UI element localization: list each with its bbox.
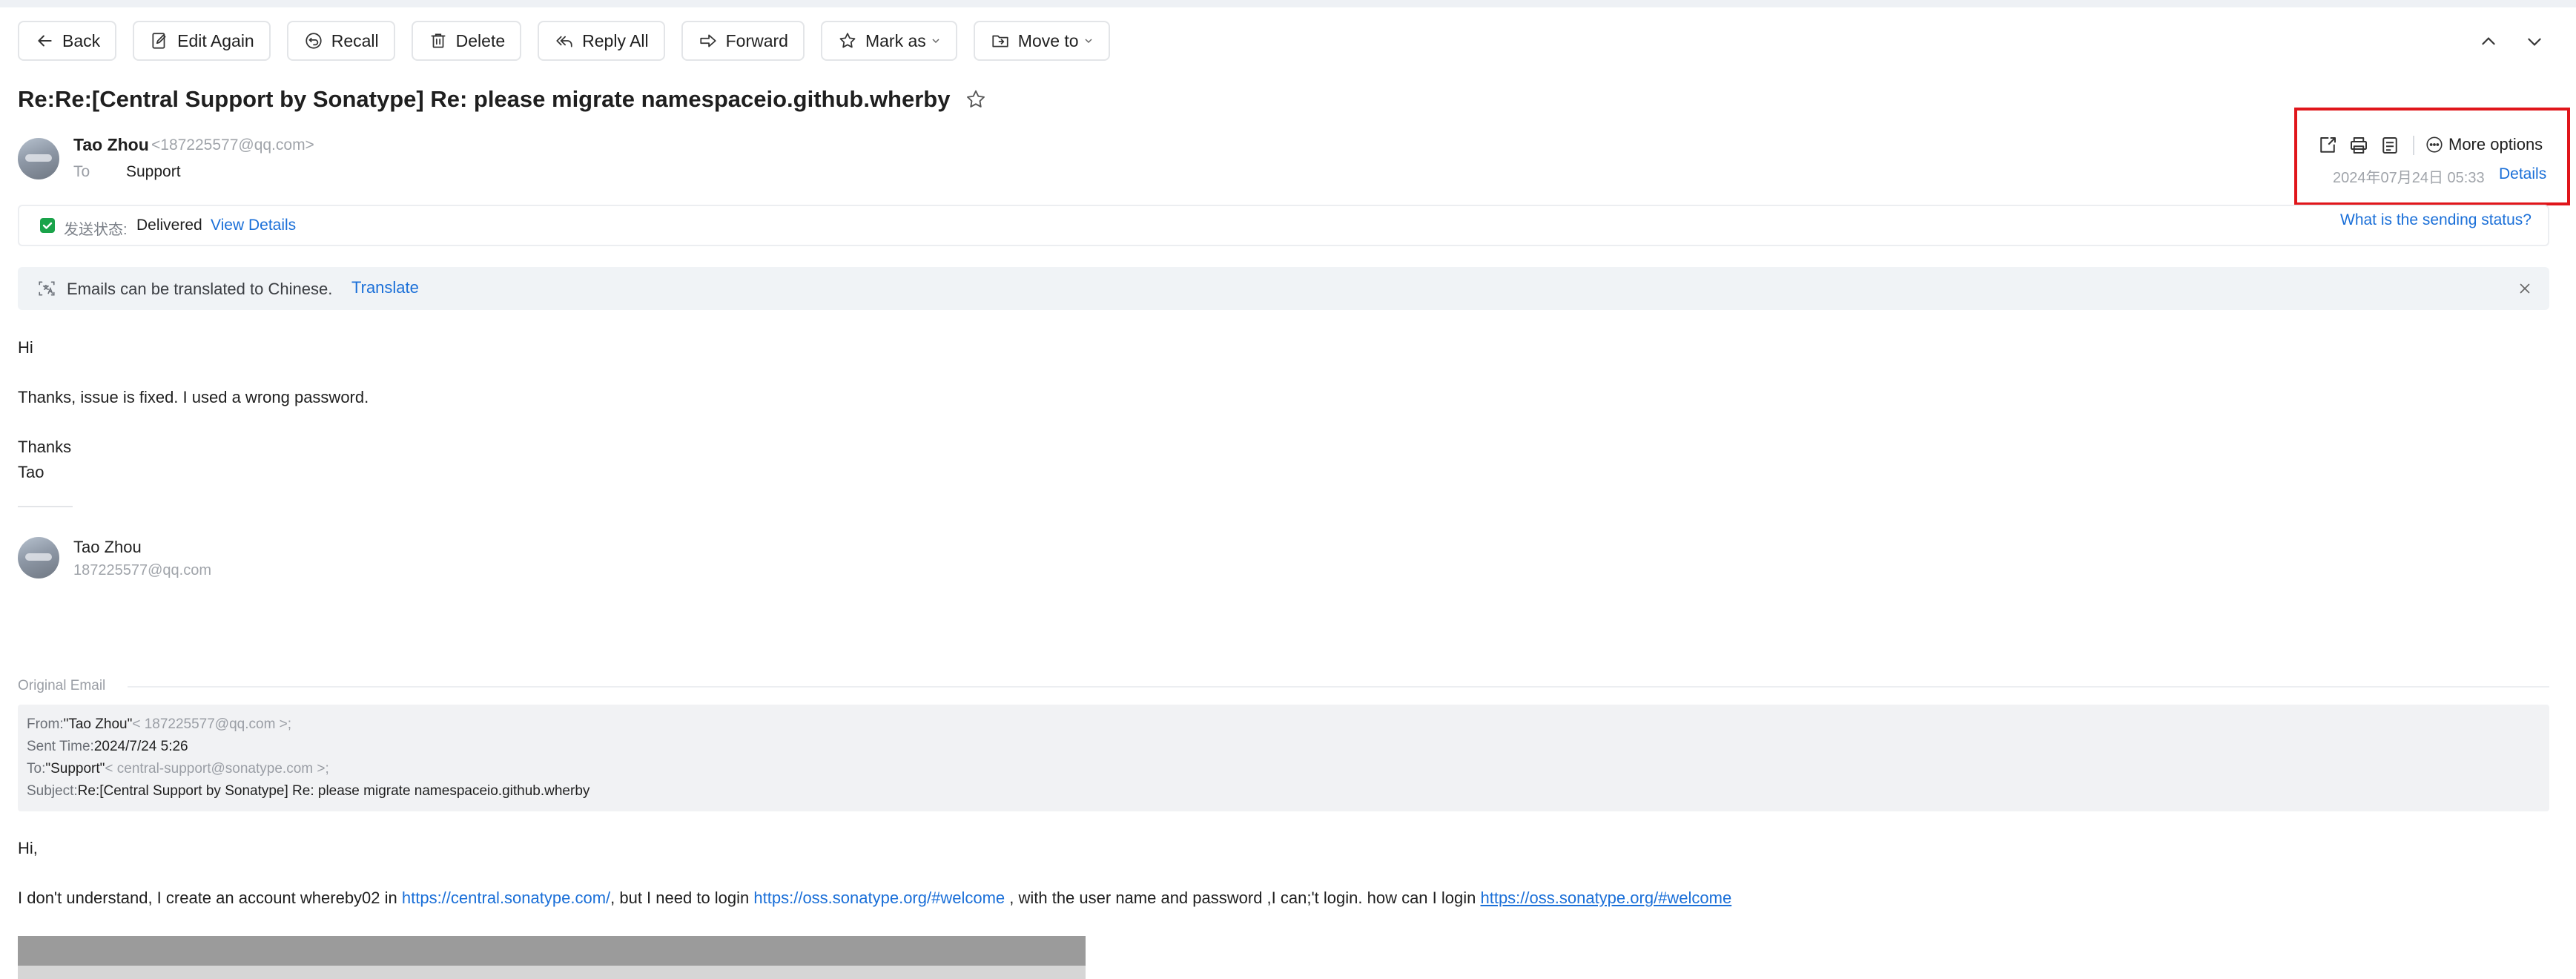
reply-all-button[interactable]: Reply All — [538, 21, 665, 61]
arrow-left-icon — [34, 30, 55, 51]
signature-divider — [18, 506, 73, 507]
original-sent-time: Sent Time:2024/7/24 5:26 — [27, 739, 188, 754]
signature-avatar — [18, 537, 59, 578]
chevron-down-icon[interactable] — [2520, 27, 2549, 56]
reply-all-icon — [554, 30, 575, 51]
signature-email: 187225577@qq.com — [73, 562, 211, 578]
chevron-down-icon — [931, 36, 941, 46]
check-icon — [39, 217, 56, 234]
note-icon[interactable] — [2379, 134, 2401, 156]
edit-again-button[interactable]: Edit Again — [133, 21, 271, 61]
trash-icon — [428, 30, 449, 51]
delivery-status-value: Delivered — [136, 217, 202, 234]
sender-email: <187225577@qq.com> — [151, 136, 314, 154]
mark-as-button[interactable]: Mark as — [820, 21, 957, 61]
body-greeting: Hi — [18, 338, 33, 357]
to-label: To — [73, 163, 90, 180]
quoted-greeting: Hi, — [18, 839, 38, 857]
details-link[interactable]: Details — [2499, 165, 2546, 183]
print-icon[interactable] — [2348, 134, 2370, 156]
mark-as-label: Mark as — [865, 30, 926, 50]
chevron-down-icon — [1083, 36, 1094, 46]
original-to: To:"Support"< central-support@sonatype.c… — [27, 761, 329, 777]
view-details-link[interactable]: View Details — [211, 217, 296, 234]
forward-label: Forward — [725, 30, 788, 50]
chevron-up-icon[interactable] — [2474, 27, 2503, 56]
star-icon — [837, 30, 858, 51]
body-name: Tao — [18, 463, 44, 481]
header-icons — [2316, 134, 2425, 156]
delivery-status-label: 发送状态: — [64, 222, 128, 238]
header-actions-box: More options 2024年07月24日 05:33 Details — [2294, 108, 2570, 205]
signature-name: Tao Zhou — [73, 538, 142, 556]
move-to-button[interactable]: Move to — [973, 21, 1110, 61]
new-window-icon[interactable] — [2316, 134, 2339, 156]
top-strip — [0, 0, 2576, 7]
forward-button[interactable]: Forward — [681, 21, 805, 61]
recall-button[interactable]: Recall — [286, 21, 395, 61]
sender-name[interactable]: Tao Zhou — [73, 135, 149, 155]
central-sonatype-link[interactable]: https://central.sonatype.com/ — [402, 889, 610, 907]
email-toolbar: Back Edit Again Recall Delete Reply All … — [18, 21, 1126, 61]
back-button[interactable]: Back — [18, 21, 117, 61]
recall-label: Recall — [331, 30, 379, 50]
edit-icon — [149, 30, 170, 51]
original-subject: Subject:Re:[Central Support by Sonatype]… — [27, 783, 590, 799]
delete-label: Delete — [455, 30, 506, 50]
email-navigation — [2457, 27, 2549, 56]
more-horizontal-icon — [2425, 135, 2444, 154]
back-label: Back — [62, 30, 101, 50]
star-icon[interactable] — [965, 88, 987, 111]
sending-status-help-link[interactable]: What is the sending status? — [2340, 211, 2532, 229]
oss-sonatype-link[interactable]: https://oss.sonatype.org/#welcome — [753, 889, 1005, 907]
reply-all-label: Reply All — [582, 30, 649, 50]
delivery-status-bar: 发送状态: Delivered View Details — [18, 205, 2549, 246]
recipient-name[interactable]: Support — [126, 163, 181, 181]
forward-icon — [698, 30, 719, 51]
more-options-button[interactable]: More options — [2425, 135, 2543, 154]
body-thanks: Thanks — [18, 438, 72, 456]
delete-button[interactable]: Delete — [411, 21, 522, 61]
quoted-message: I don't understand, I create an account … — [18, 889, 1732, 907]
embedded-image — [18, 936, 1086, 966]
oss-sonatype-link-underlined[interactable]: https://oss.sonatype.org/#welcome — [1480, 889, 1731, 907]
original-email-label: Original Email — [18, 678, 106, 693]
translate-message: Emails can be translated to Chinese. — [67, 280, 333, 298]
move-to-label: Move to — [1017, 30, 1079, 50]
embedded-image-lower — [18, 966, 1086, 979]
translate-link[interactable]: Translate — [351, 278, 419, 297]
divider — [2413, 136, 2414, 155]
close-icon[interactable] — [2517, 280, 2533, 297]
original-email-header: From:"Tao Zhou"< 187225577@qq.com >; Sen… — [18, 705, 2549, 811]
translate-icon — [37, 279, 56, 298]
translate-banner: Emails can be translated to Chinese. Tra… — [18, 267, 2549, 310]
email-subject: Re:Re:[Central Support by Sonatype] Re: … — [18, 86, 951, 112]
body-line: Thanks, issue is fixed. I used a wrong p… — [18, 388, 369, 406]
original-from: From:"Tao Zhou"< 187225577@qq.com >; — [27, 716, 292, 732]
avatar[interactable] — [18, 138, 59, 179]
edit-again-label: Edit Again — [177, 30, 254, 50]
folder-icon — [990, 30, 1011, 51]
more-options-label: More options — [2448, 135, 2543, 154]
divider — [128, 686, 2549, 688]
email-date: 2024年07月24日 05:33 — [2333, 170, 2485, 186]
email-subject-row: Re:Re:[Central Support by Sonatype] Re: … — [18, 86, 987, 113]
recall-icon — [303, 30, 324, 51]
